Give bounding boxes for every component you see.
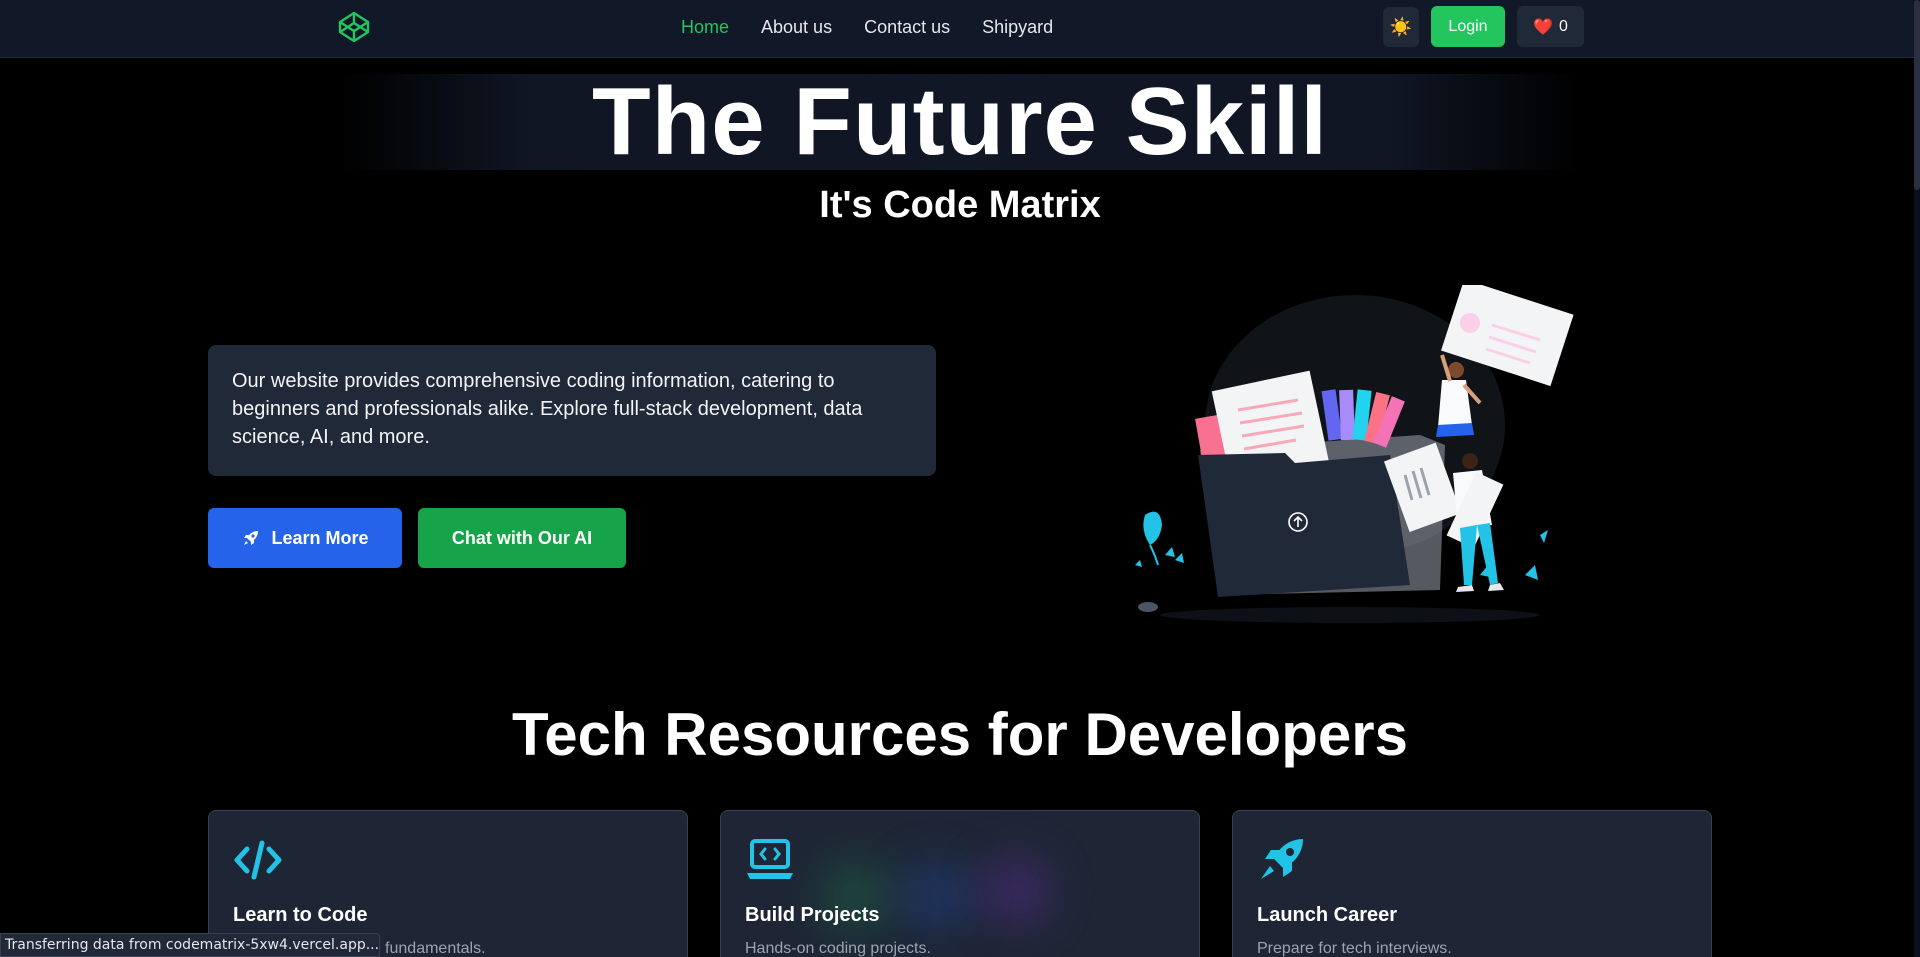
- card-title: Build Projects: [745, 904, 880, 926]
- navbar: Home About us Contact us Shipyard ☀️ Log…: [0, 0, 1920, 58]
- card-title: Launch Career: [1257, 904, 1398, 926]
- rocket-icon: [1261, 839, 1303, 879]
- resource-card-build[interactable]: Build Projects Hands-on coding projects.: [720, 810, 1200, 957]
- hero-title: The Future Skill: [591, 68, 1329, 175]
- card-desc: Prepare for tech interviews.: [1257, 940, 1452, 957]
- intro-text: Our website provides comprehensive codin…: [232, 370, 863, 448]
- laptop-code-icon: [747, 839, 793, 879]
- nav-home[interactable]: Home: [681, 16, 729, 38]
- hero-subtitle: It's Code Matrix: [819, 184, 1101, 226]
- section-title: Tech Resources for Developers: [512, 701, 1408, 768]
- folder-upload-illustration: [1135, 285, 1574, 623]
- card-title: Learn to Code: [233, 904, 368, 926]
- chat-with-ai-button[interactable]: Chat with Our AI: [418, 508, 626, 568]
- learn-more-label: Learn More: [271, 527, 369, 548]
- heart-icon: ❤️: [1533, 18, 1553, 36]
- login-button[interactable]: Login: [1431, 6, 1505, 47]
- nav-about-us[interactable]: About us: [761, 16, 832, 38]
- likes-button[interactable]: ❤️ 0: [1517, 6, 1584, 47]
- likes-count: 0: [1559, 17, 1568, 35]
- theme-toggle-button[interactable]: ☀️: [1383, 7, 1419, 47]
- codepen-logo-icon[interactable]: [337, 10, 371, 44]
- code-icon: [234, 840, 282, 880]
- sun-icon: ☀️: [1389, 16, 1413, 37]
- nav-shipyard[interactable]: Shipyard: [982, 16, 1053, 38]
- browser-status-bar: Transferring data from codematrix-5xw4.v…: [0, 933, 380, 957]
- card-desc: Hands-on coding projects.: [745, 940, 931, 957]
- nav-contact-us[interactable]: Contact us: [864, 16, 950, 38]
- resource-card-career[interactable]: Launch Career Prepare for tech interview…: [1232, 810, 1712, 957]
- learn-more-button[interactable]: Learn More: [208, 508, 402, 568]
- nav-links: Home About us Contact us Shipyard: [681, 16, 1085, 38]
- rocket-icon: [244, 531, 259, 545]
- intro-card: Our website provides comprehensive codin…: [208, 345, 936, 476]
